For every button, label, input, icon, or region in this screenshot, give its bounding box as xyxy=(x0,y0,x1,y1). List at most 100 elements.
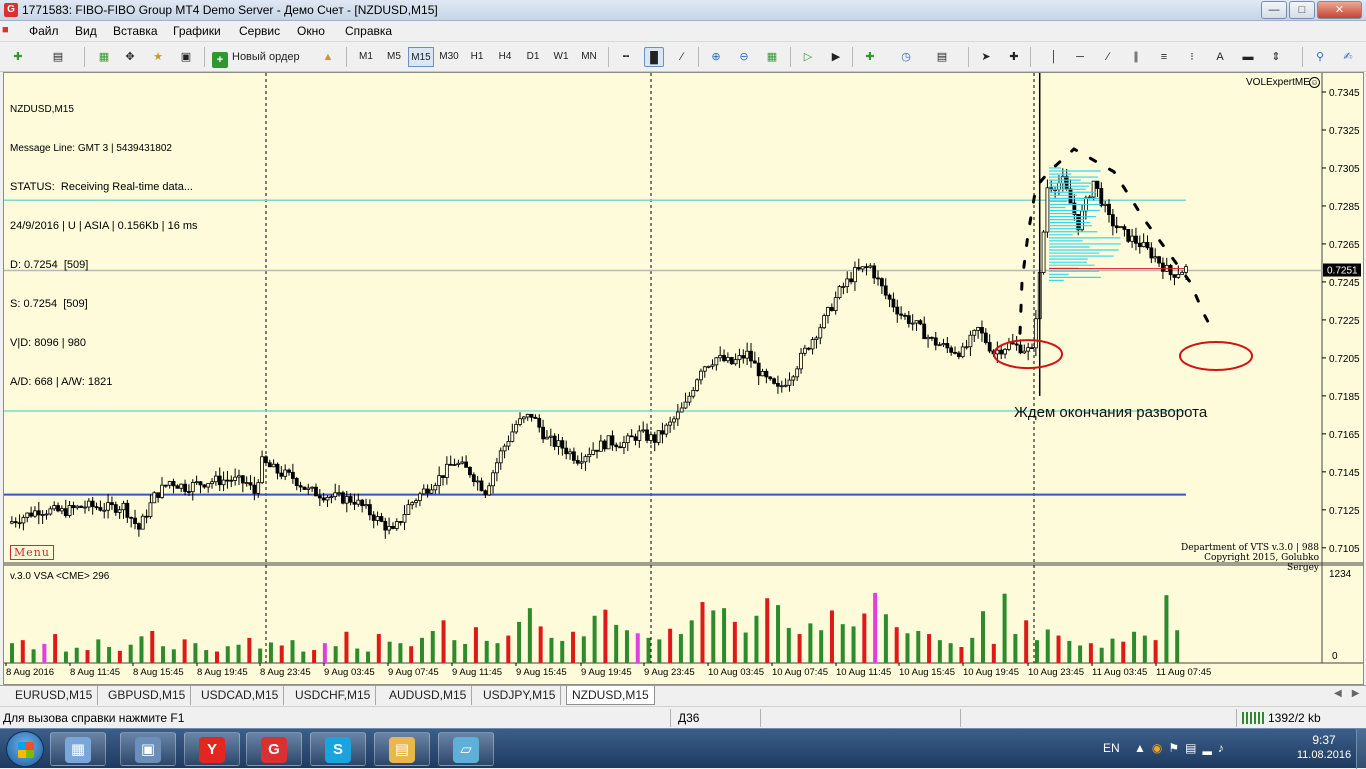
indicators-icon[interactable]: ✚ xyxy=(860,47,880,67)
tab-usdjpy[interactable]: USDJPY,M15 xyxy=(478,686,562,705)
candle-body xyxy=(1168,265,1173,276)
candle-body xyxy=(40,514,45,516)
cursor-icon[interactable]: ➤ xyxy=(976,47,996,67)
menu-window[interactable]: Окно xyxy=(297,24,325,38)
copyright-block: Department of VTS v.3.0 | 988 Copyright … xyxy=(1179,543,1319,573)
chart-annotation[interactable]: Ждем окончания разворота xyxy=(1014,404,1207,421)
market-watch-icon[interactable]: ▦ xyxy=(94,47,114,67)
text-tool[interactable]: A xyxy=(1210,47,1230,67)
data-window-icon[interactable]: ★ xyxy=(148,47,168,67)
taskbar-app-skype[interactable]: S xyxy=(310,732,366,766)
templates-icon[interactable]: ▤ xyxy=(932,47,952,67)
menu-charts[interactable]: Графики xyxy=(173,24,221,38)
tab-usdcad[interactable]: USDCAD,M15 xyxy=(196,686,285,705)
candle-body xyxy=(610,435,615,446)
equidistant-channel-icon[interactable]: ∥ xyxy=(1126,47,1146,67)
menu-view[interactable]: Вид xyxy=(75,24,97,38)
taskbar-app-explorer[interactable]: ▤ xyxy=(374,732,430,766)
tray-signal-icon[interactable]: ▂ xyxy=(1202,741,1217,755)
taskbar-app-fibo[interactable]: G xyxy=(246,732,302,766)
crosshair-icon[interactable]: ✚ xyxy=(1004,47,1024,67)
tf-h1[interactable]: H1 xyxy=(464,47,490,67)
candle-body xyxy=(79,505,84,508)
expert-smile-icon[interactable]: ☺ xyxy=(1309,77,1320,88)
candle-body xyxy=(575,459,580,464)
tf-w1[interactable]: W1 xyxy=(548,47,574,67)
tab-gbpusd[interactable]: GBPUSD,M15 xyxy=(103,686,192,705)
zoom-in-icon[interactable]: ⊕ xyxy=(706,47,726,67)
tray-language[interactable]: EN xyxy=(1103,741,1120,755)
tray-volume-icon[interactable]: ♪ xyxy=(1218,741,1230,755)
tf-m30[interactable]: M30 xyxy=(436,47,462,67)
tf-m1[interactable]: M1 xyxy=(353,47,379,67)
candle-body xyxy=(968,334,973,348)
taskbar-app-calculator[interactable]: ▦ xyxy=(50,732,106,766)
periods-icon[interactable]: ◷ xyxy=(896,47,916,67)
chart-canvas[interactable]: 0.73450.73250.73050.72850.72650.72450.72… xyxy=(4,73,1363,684)
menu-file[interactable]: Файл xyxy=(29,24,59,38)
tab-audusd[interactable]: AUDUSD,M15 xyxy=(384,686,473,705)
price-tick-label: 0.7265 xyxy=(1329,240,1360,251)
community-icon[interactable]: ✍ xyxy=(1338,47,1358,67)
menu-help[interactable]: Справка xyxy=(345,24,392,38)
tray-icons[interactable]: ▲◉⚑▤▂♪ xyxy=(1134,741,1230,755)
fibonacci-icon[interactable]: ≡ xyxy=(1154,47,1174,67)
clock-time[interactable]: 9:37 xyxy=(1294,733,1354,747)
text-label-icon[interactable]: ▬ xyxy=(1238,47,1258,67)
tray-up-arrow-icon[interactable]: ▲ xyxy=(1134,741,1152,755)
bar-chart-icon[interactable]: ╍ xyxy=(616,47,636,67)
chart-window[interactable]: 0.7345 0.7325 0.7305 0.7285 0.7265 0.7245 0.72… xyxy=(3,72,1364,685)
candle-body xyxy=(1149,247,1154,259)
volume-bar xyxy=(1078,645,1083,663)
line-chart-icon[interactable]: ∕ xyxy=(672,47,692,67)
volume-bar xyxy=(247,637,252,663)
tf-mn[interactable]: MN xyxy=(576,47,602,67)
autotrading-icon[interactable]: ▲ xyxy=(318,47,338,67)
candlestick-chart-icon[interactable]: █ xyxy=(644,47,664,67)
tab-scroll-arrows[interactable]: ◀▶ xyxy=(1334,688,1366,699)
volume-bar xyxy=(20,640,25,663)
maximize-button[interactable]: □ xyxy=(1289,1,1315,19)
candle-body xyxy=(918,320,923,325)
taskbar-app-yandex[interactable]: Y xyxy=(184,732,240,766)
candle-body xyxy=(364,504,368,507)
tab-usdchf[interactable]: USDCHF,M15 xyxy=(290,686,377,705)
zoom-out-icon[interactable]: ⊖ xyxy=(734,47,754,67)
tile-windows-icon[interactable]: ▦ xyxy=(762,47,782,67)
navigator-icon[interactable]: ✥ xyxy=(120,47,140,67)
candle-body xyxy=(256,482,261,494)
terminal-icon[interactable]: ▣ xyxy=(176,47,196,67)
profiles-icon[interactable]: ▤ xyxy=(48,47,68,67)
tf-m15[interactable]: M15 xyxy=(408,47,434,67)
taskbar-app-computer[interactable]: ▣ xyxy=(120,732,176,766)
vertical-line-icon[interactable]: │ xyxy=(1044,47,1064,67)
chart-shift-icon[interactable]: ▶ xyxy=(826,47,846,67)
tab-nzdusd[interactable]: NZDUSD,M15 xyxy=(566,686,655,705)
taskbar-app-notes[interactable]: ▱ xyxy=(438,732,494,766)
horizontal-line-icon[interactable]: ─ xyxy=(1070,47,1090,67)
tf-h4[interactable]: H4 xyxy=(492,47,518,67)
close-button[interactable]: ✕ xyxy=(1317,1,1362,19)
indicator-menu-button[interactable]: Menu xyxy=(10,545,54,560)
search-icon[interactable]: ⚲ xyxy=(1310,47,1330,67)
trendline-icon[interactable]: ∕ xyxy=(1098,47,1118,67)
tf-d1[interactable]: D1 xyxy=(520,47,546,67)
tf-m5[interactable]: M5 xyxy=(381,47,407,67)
tray-app-icon[interactable]: ◉ xyxy=(1152,741,1168,755)
clock-date[interactable]: 11.08.2016 xyxy=(1294,749,1354,761)
tray-flag-icon[interactable]: ⚑ xyxy=(1168,741,1185,755)
menu-tools[interactable]: Сервис xyxy=(239,24,280,38)
tray-network-icon[interactable]: ▤ xyxy=(1185,741,1202,755)
arrows-icon[interactable]: ⇕ xyxy=(1266,47,1286,67)
autoscroll-icon[interactable]: ▷ xyxy=(798,47,818,67)
new-chart-icon[interactable]: ✚ xyxy=(8,47,28,67)
start-button[interactable] xyxy=(6,731,44,767)
doc-icon[interactable]: ■ xyxy=(2,24,9,36)
gann-icon[interactable]: ⁝ xyxy=(1182,47,1202,67)
menu-insert[interactable]: Вставка xyxy=(113,24,158,38)
minimize-button[interactable]: — xyxy=(1261,1,1287,19)
status-traffic: 1392/2 kb xyxy=(1268,711,1321,725)
candle-body xyxy=(826,306,830,317)
tab-eurusd[interactable]: EURUSD,M15 xyxy=(10,686,99,705)
show-desktop-button[interactable] xyxy=(1356,729,1366,769)
